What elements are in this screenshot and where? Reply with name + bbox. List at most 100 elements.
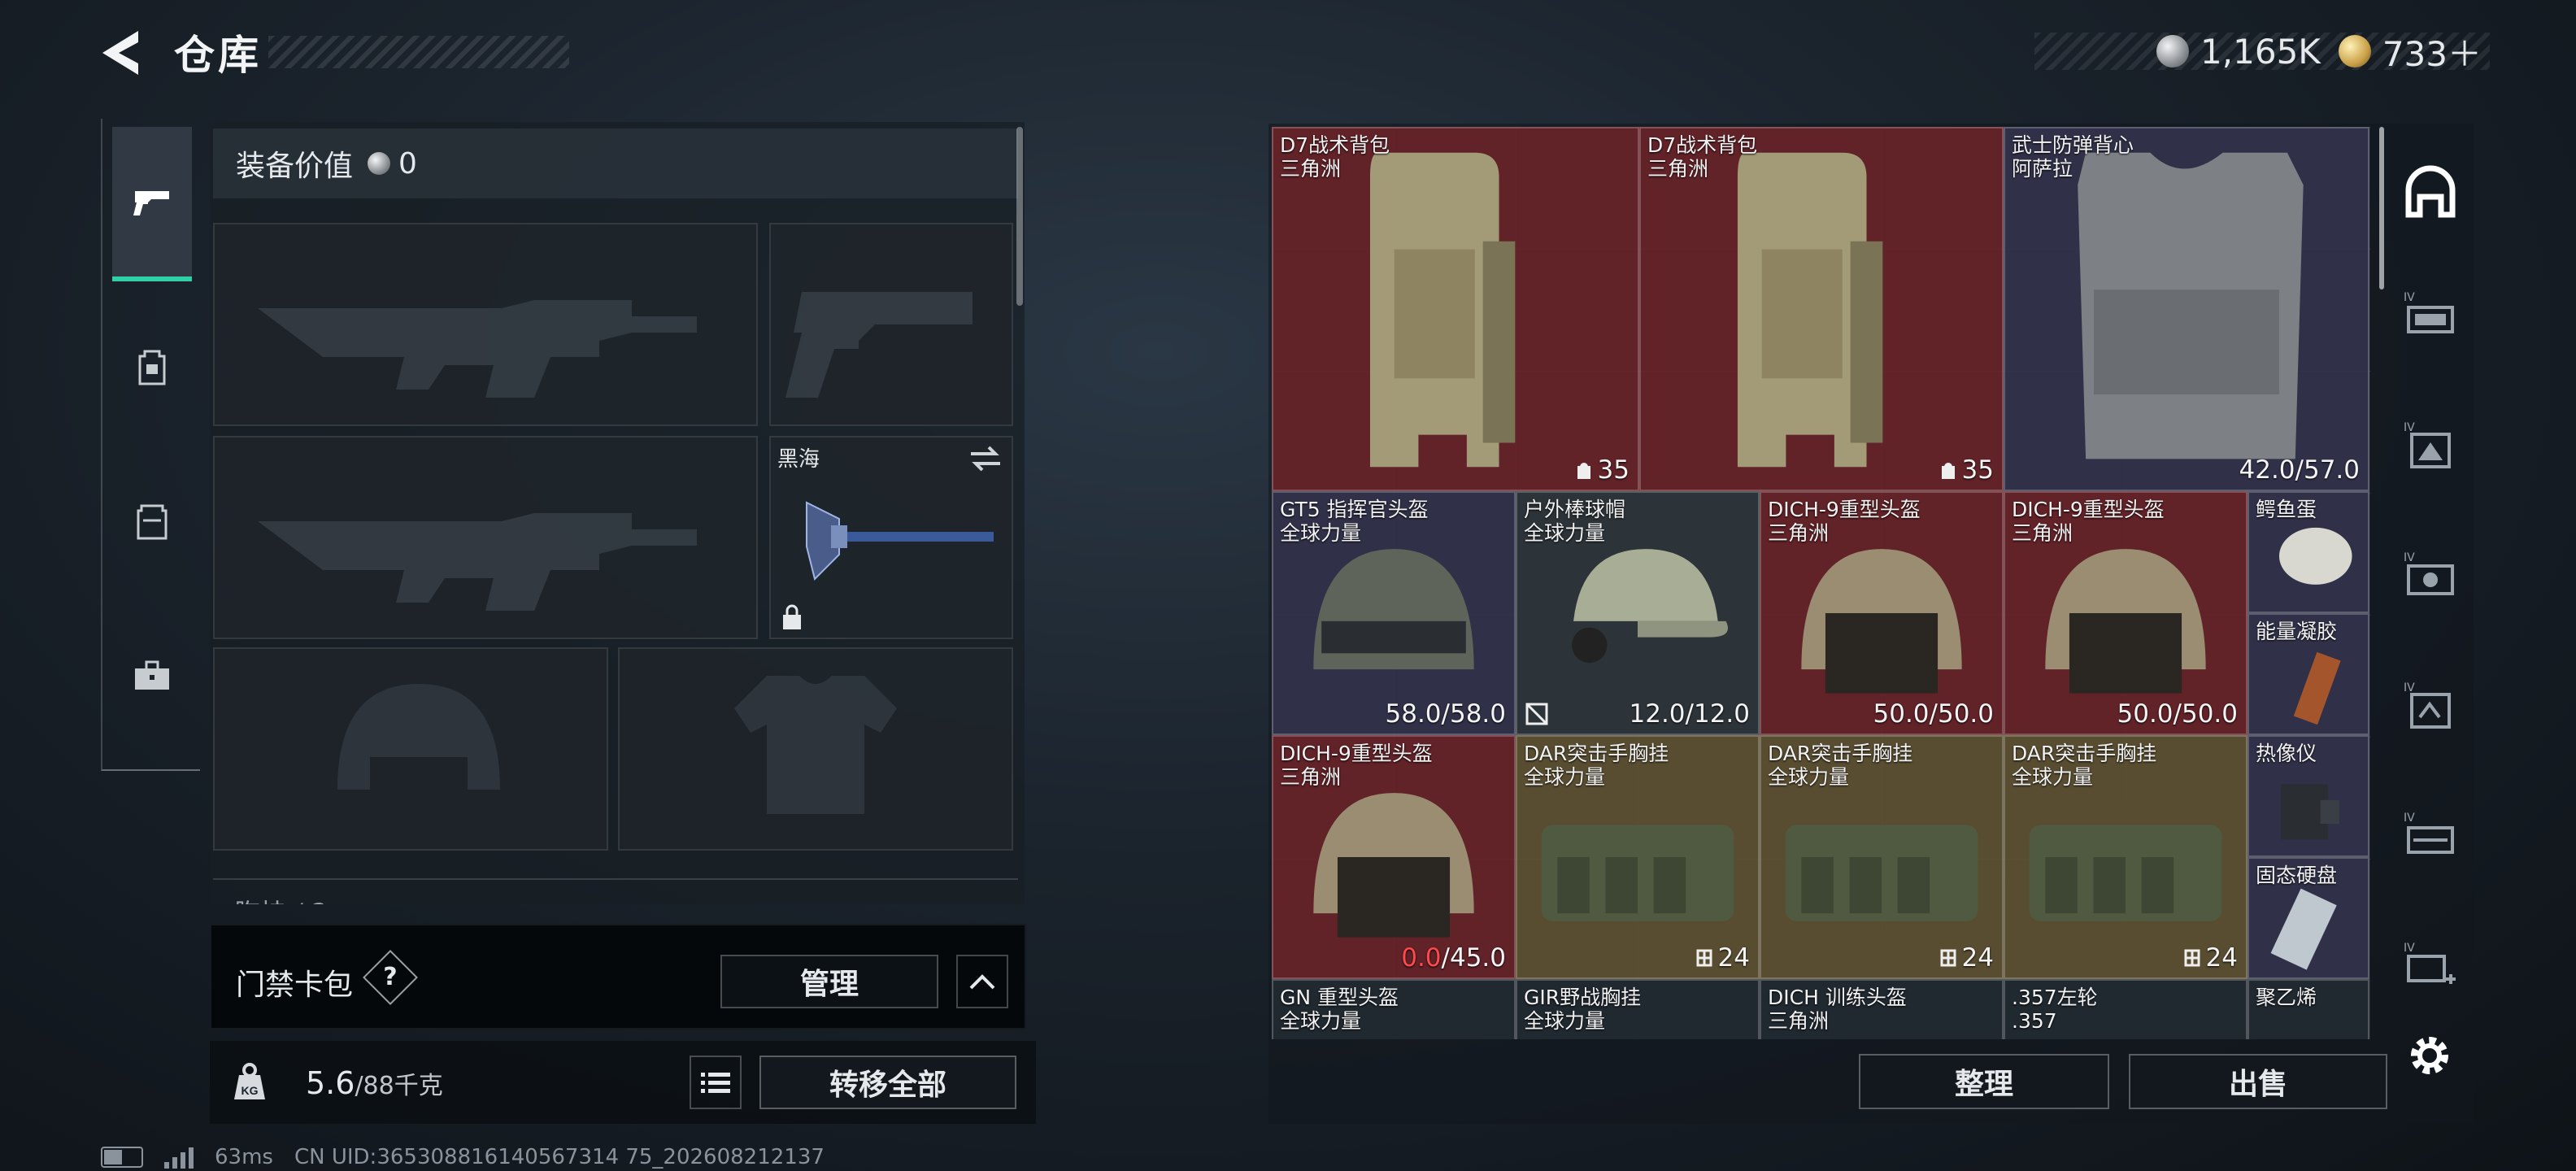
svg-text:IV: IV [2404,421,2415,434]
body-armor-slot[interactable] [618,647,1013,851]
storage-item[interactable]: 户外棒球帽 全球力量 12.0/12.0 [1516,491,1760,735]
signal-icon [164,1146,194,1169]
page-title: 仓库 [174,32,262,79]
storage-item[interactable]: DAR突击手胸挂 全球力量 24 [2004,735,2247,979]
armor-silhouette-icon [620,649,1012,849]
weight-readout: 5.6/88千克 [306,1065,443,1101]
manage-button[interactable]: 管理 [720,955,938,1008]
chest-rig-section[interactable]: 胸挂 / 2 [213,878,1018,904]
item-stat: 42.0/57.0 [2239,455,2361,485]
item-stat: 35 [1961,455,1994,485]
storage-item[interactable]: DICH-9重型头盔 三角洲 0.0/45.0 [1272,735,1516,979]
swap-icon[interactable] [968,444,1003,473]
pistol-silhouette-icon [771,224,1012,424]
sort-button[interactable]: 整理 [1859,1054,2109,1109]
sell-button[interactable]: 出售 [2129,1054,2387,1109]
item-durability-current: 0.0 [1401,943,1442,973]
list-view-button[interactable] [690,1056,742,1109]
item-name: DICH 训练头盔 [1768,986,1907,1009]
storage-scrollbar[interactable] [2379,127,2384,289]
lock-icon [783,604,801,629]
back-arrow-icon [102,31,138,75]
item-origin: 全球力量 [1768,765,1850,789]
silver-amount: 1,165K [2200,31,2321,72]
storage-iv-5-icon[interactable]: IV [2402,807,2459,864]
primary-weapon-slot[interactable] [213,223,758,426]
gold-amount: 733＋ [2382,33,2482,74]
storage-item[interactable]: D7战术背包 三角洲 35 [1272,127,1639,491]
tab-weapons[interactable] [112,127,192,281]
storage-item[interactable]: D7战术背包 三角洲 35 [1639,127,2004,491]
rifle-silhouette-icon [215,224,756,424]
melee-slot[interactable]: 黑海 [769,436,1013,639]
item-stat: 24 [1717,943,1750,973]
item-name: DICH-9重型头盔 [1768,498,1921,521]
item-origin: 全球力量 [1524,1009,1606,1033]
pistol-icon [133,191,169,215]
weight-current: 5.6 [306,1065,355,1101]
item-name: DAR突击手胸挂 [1524,742,1669,765]
sidearm-slot[interactable] [769,223,1013,426]
helmet-silhouette-icon [215,649,607,849]
item-stat: 24 [1961,943,1994,973]
storage-item[interactable]: 武士防弹背心 阿萨拉 42.0/57.0 [2004,127,2369,491]
storage-grid: D7战术背包 三角洲 35 D7战术背包 三角洲 35 武士防弹背心 阿萨拉 42.0… [1272,127,2371,1039]
loadout-scrollbar[interactable] [1016,127,1023,306]
storage-item[interactable]: 热像仪 [2247,735,2369,857]
storage-tabs: IV IV IV IV IV IV [2387,124,2474,1099]
back-button[interactable] [96,28,153,78]
keycard-case-bar: 门禁卡包 ? 管理 [210,924,1026,1030]
item-name: DICH-9重型头盔 [1280,742,1433,765]
storage-item[interactable]: DAR突击手胸挂 全球力量 24 [1516,735,1760,979]
item-stat: 50.0/50.0 [1873,699,1995,729]
item-stat: 50.0/50.0 [2117,699,2239,729]
item-origin: 全球力量 [1524,765,1606,789]
storage-item[interactable]: GN 重型头盔 全球力量 [1272,979,1516,1039]
item-name: DAR突击手胸挂 [2012,742,2157,765]
silver-coin-icon [2156,35,2190,67]
svg-text:IV: IV [2404,942,2415,955]
safehouse-icon[interactable] [2402,164,2459,221]
item-name: .357左轮 [2012,986,2098,1009]
storage-item[interactable]: 鳄鱼蛋 [2247,491,2369,613]
gold-currency[interactable]: 733＋ [2338,27,2482,76]
storage-item[interactable]: GT5 指挥官头盔 全球力量 58.0/58.0 [1272,491,1516,735]
helmet-slot[interactable] [213,647,608,851]
item-stat: 24 [2205,943,2238,973]
grid-capacity-icon [1940,949,1956,967]
storage-item[interactable]: DAR突击手胸挂 全球力量 24 [1760,735,2004,979]
melee-name: 黑海 [777,447,820,472]
help-icon[interactable]: ? [363,950,418,1005]
storage-item[interactable]: .357左轮 .357 [2004,979,2247,1039]
tab-vest[interactable] [112,444,192,599]
storage-item[interactable]: DICH-9重型头盔 三角洲 50.0/50.0 [1760,491,2004,735]
storage-item[interactable]: GIR野战胸挂 全球力量 [1516,979,1760,1039]
item-name: 固态硬盘 [2256,864,2338,887]
no-armor-icon [1525,703,1548,725]
grid-capacity-icon [1696,949,1712,967]
storage-iv-6-icon[interactable]: IV [2402,937,2459,994]
gear-icon[interactable] [2404,1030,2456,1082]
secondary-weapon-slot[interactable] [213,436,758,639]
storage-item[interactable]: 聚乙烯 [2247,979,2369,1039]
storage-item[interactable]: DICH-9重型头盔 三角洲 50.0/50.0 [2004,491,2247,735]
storage-iv-2-icon[interactable]: IV [2402,416,2459,473]
storage-item[interactable]: 固态硬盘 [2247,857,2369,979]
item-name: D7战术背包 [1647,133,1758,157]
battery-icon [101,1147,143,1168]
item-stat: 12.0/12.0 [1629,699,1751,729]
item-origin: 三角洲 [1768,521,1830,545]
storage-iv-4-icon[interactable]: IV [2402,677,2459,734]
storage-iv-1-icon[interactable]: IV [2402,286,2459,343]
storage-item[interactable]: DICH 训练头盔 三角洲 [1760,979,2004,1039]
tab-armor[interactable] [112,289,192,444]
storage-iv-3-icon[interactable]: IV [2402,546,2459,603]
toolbox-icon [135,660,169,690]
collapse-button[interactable] [956,955,1008,1008]
help-glyph: ? [383,963,398,991]
transfer-all-button[interactable]: 转移全部 [759,1056,1016,1109]
status-bar: 63ms CN UID:365308816140567314 75_202608… [101,1145,825,1169]
silver-currency[interactable]: 1,165K [2156,32,2321,72]
tab-toolbox[interactable] [112,599,192,753]
storage-item[interactable]: 能量凝胶 [2247,613,2369,735]
